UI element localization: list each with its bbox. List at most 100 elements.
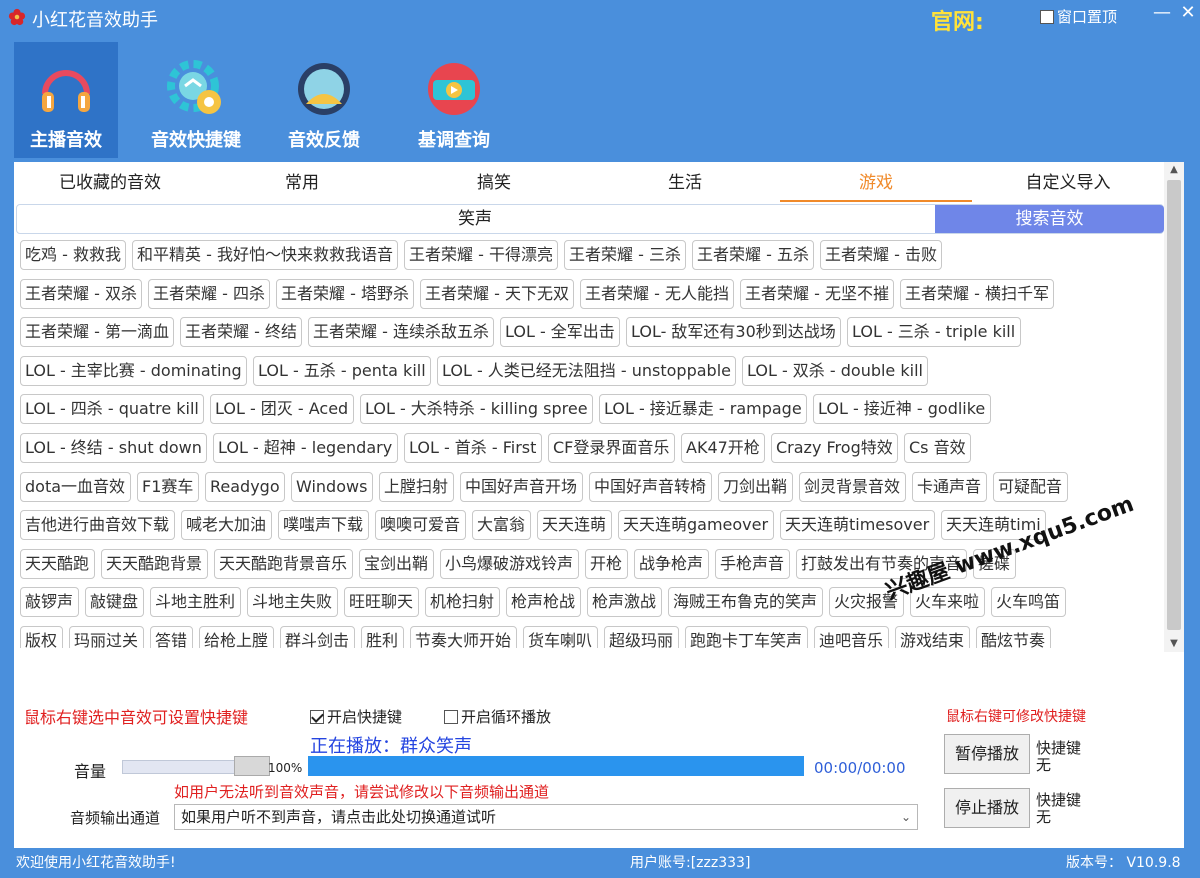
sound-chip[interactable]: 卡通声音 — [912, 472, 987, 502]
official-site-link[interactable]: 官网: — [931, 4, 984, 36]
volume-slider-handle[interactable] — [234, 756, 270, 776]
sound-chip[interactable]: Readygo — [205, 472, 285, 502]
sound-chip[interactable]: 王者荣耀 - 击败 — [820, 240, 942, 270]
sound-chip[interactable]: LOL- 敌军还有30秒到达战场 — [626, 317, 841, 347]
sound-chip[interactable]: 小鸟爆破游戏铃声 — [440, 549, 579, 579]
sound-chip[interactable]: 吃鸡 - 救救我 — [20, 240, 126, 270]
sound-chip[interactable]: LOL - 大杀特杀 - killing spree — [360, 394, 593, 424]
minimize-button[interactable]: — — [1150, 2, 1174, 26]
sound-chip[interactable]: 天天连萌gameover — [618, 510, 774, 540]
sound-chip[interactable]: 跑跑卡丁车笑声 — [685, 626, 808, 648]
playback-progress[interactable] — [308, 756, 804, 776]
sound-chip[interactable]: LOL - 超神 - legendary — [213, 433, 398, 463]
sound-chip[interactable]: 货车喇叭 — [523, 626, 598, 648]
sound-chip[interactable]: 天天酷跑背景音乐 — [214, 549, 353, 579]
sound-chip[interactable]: 吉他进行曲音效下载 — [20, 510, 175, 540]
sound-chip[interactable]: 答错 — [150, 626, 193, 648]
toolbar-anchor-sound[interactable]: 主播音效 — [14, 42, 118, 158]
sound-chip[interactable]: 火车鸣笛 — [991, 587, 1066, 617]
sound-chip[interactable]: Cs 音效 — [904, 433, 971, 463]
sound-chip[interactable]: 王者荣耀 - 五杀 — [692, 240, 814, 270]
sound-chip[interactable]: 王者荣耀 - 天下无双 — [420, 279, 574, 309]
sound-chip[interactable]: 天天连萌 — [537, 510, 612, 540]
sound-chip[interactable]: dota一血音效 — [20, 472, 131, 502]
sound-chip[interactable]: 喊老大加油 — [181, 510, 272, 540]
sound-chip[interactable]: 宝剑出鞘 — [359, 549, 434, 579]
sound-chip[interactable]: LOL - 全军出击 — [500, 317, 620, 347]
sound-chip[interactable]: 枪声枪战 — [506, 587, 581, 617]
sound-chip[interactable]: AK47开枪 — [681, 433, 765, 463]
sound-chip[interactable]: 开枪 — [585, 549, 628, 579]
sound-chip[interactable]: 斗地主失败 — [247, 587, 338, 617]
sound-chip[interactable]: LOL - 四杀 - quatre kill — [20, 394, 204, 424]
sound-chip[interactable]: 和平精英 - 我好怕～快来救救我语音 — [132, 240, 398, 270]
sound-chip[interactable]: 王者荣耀 - 四杀 — [148, 279, 270, 309]
sound-chip[interactable]: 天天酷跑 — [20, 549, 95, 579]
sound-chip[interactable]: 王者荣耀 - 横扫千军 — [900, 279, 1054, 309]
sound-chip[interactable]: 敲锣声 — [20, 587, 79, 617]
sound-chip[interactable]: 天天连萌timesover — [780, 510, 935, 540]
sound-chip[interactable]: 酷炫节奏 — [976, 626, 1051, 648]
sound-chip[interactable]: 胜利 — [361, 626, 404, 648]
sound-chip[interactable]: 中国好声音转椅 — [589, 472, 712, 502]
sound-chip[interactable]: CF登录界面音乐 — [548, 433, 675, 463]
sound-chip[interactable]: LOL - 主宰比赛 - dominating — [20, 356, 247, 386]
tab-custom-import[interactable]: 自定义导入 — [972, 168, 1164, 202]
sound-chip[interactable]: LOL - 团灭 - Aced — [210, 394, 354, 424]
window-pin-checkbox[interactable]: 窗口置顶 — [1040, 6, 1117, 27]
tab-life[interactable]: 生活 — [590, 168, 780, 202]
search-sound-button[interactable]: 搜索音效 — [935, 205, 1164, 233]
sound-chip[interactable]: 群斗剑击 — [280, 626, 355, 648]
sound-chip[interactable]: 王者荣耀 - 无坚不摧 — [740, 279, 894, 309]
sound-chip[interactable]: 大富翁 — [472, 510, 531, 540]
sound-chip[interactable]: 斗地主胜利 — [150, 587, 241, 617]
sound-chip[interactable]: 节奏大师开始 — [410, 626, 517, 648]
sound-chip[interactable]: LOL - 人类已经无法阻挡 - unstoppable — [437, 356, 736, 386]
sound-chip[interactable]: 王者荣耀 - 干得漂亮 — [404, 240, 558, 270]
sound-chip[interactable]: LOL - 接近暴走 - rampage — [599, 394, 807, 424]
sound-chip[interactable]: 玛丽过关 — [69, 626, 144, 648]
sound-chip[interactable]: 王者荣耀 - 双杀 — [20, 279, 142, 309]
tab-favorites[interactable]: 已收藏的音效 — [14, 168, 206, 202]
sound-chip[interactable]: 剑灵背景音效 — [799, 472, 906, 502]
sound-chip[interactable]: LOL - 三杀 - triple kill — [847, 317, 1021, 347]
scroll-up-icon[interactable]: ▲ — [1164, 162, 1184, 178]
tab-common[interactable]: 常用 — [206, 168, 398, 202]
close-button[interactable]: ✕ — [1176, 2, 1200, 26]
toolbar-feedback[interactable]: 音效反馈 — [278, 42, 370, 158]
tab-laughter[interactable]: 笑声 — [17, 205, 933, 233]
sound-chip[interactable]: 枪声激战 — [587, 587, 662, 617]
sound-chip[interactable]: 中国好声音开场 — [460, 472, 583, 502]
tab-funny[interactable]: 搞笑 — [398, 168, 590, 202]
sound-chip[interactable]: Windows — [291, 472, 373, 502]
sound-chip[interactable]: 游戏结束 — [895, 626, 970, 648]
sound-chip[interactable]: Crazy Frog特效 — [771, 433, 898, 463]
pause-button[interactable]: 暂停播放 — [944, 734, 1030, 774]
sound-chip[interactable]: 海贼王布鲁克的笑声 — [668, 587, 823, 617]
sound-chip[interactable]: LOL - 终结 - shut down — [20, 433, 207, 463]
sound-chip[interactable]: 噢噢可爱音 — [375, 510, 466, 540]
sound-chip[interactable]: 旺旺聊天 — [344, 587, 419, 617]
sound-chip[interactable]: 可疑配音 — [993, 472, 1068, 502]
toolbar-key-query[interactable]: 基调查询 — [404, 42, 504, 158]
sound-chip[interactable]: 敲键盘 — [85, 587, 144, 617]
sound-chip[interactable]: 版权 — [20, 626, 63, 648]
sound-chip[interactable]: 战争枪声 — [634, 549, 709, 579]
sound-chip[interactable]: 超级玛丽 — [604, 626, 679, 648]
sound-chip[interactable]: 刀剑出鞘 — [718, 472, 793, 502]
sound-chip[interactable]: 机枪扫射 — [425, 587, 500, 617]
loop-play-box[interactable] — [444, 709, 458, 724]
sound-chip[interactable]: 王者荣耀 - 无人能挡 — [580, 279, 734, 309]
sound-chip[interactable]: 王者荣耀 - 连续杀敌五杀 — [308, 317, 494, 347]
sound-chip[interactable]: 王者荣耀 - 第一滴血 — [20, 317, 174, 347]
sound-chip[interactable]: 手枪声音 — [715, 549, 790, 579]
stop-button[interactable]: 停止播放 — [944, 788, 1030, 828]
sound-chip[interactable]: F1赛车 — [137, 472, 199, 502]
sound-chip[interactable]: 噗嗤声下载 — [278, 510, 369, 540]
sound-chip[interactable]: LOL - 接近神 - godlike — [813, 394, 991, 424]
sound-chip[interactable]: 迪吧音乐 — [814, 626, 889, 648]
sound-chip[interactable]: 王者荣耀 - 三杀 — [564, 240, 686, 270]
sound-chip[interactable]: 给枪上膛 — [199, 626, 274, 648]
sound-chip[interactable]: 王者荣耀 - 终结 — [180, 317, 302, 347]
sound-chip[interactable]: LOL - 双杀 - double kill — [742, 356, 928, 386]
